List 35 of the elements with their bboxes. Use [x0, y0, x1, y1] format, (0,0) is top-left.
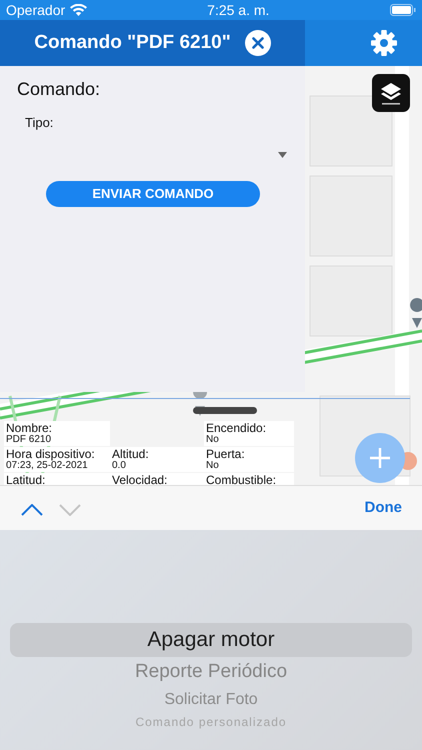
dialog-title: Comando "PDF 6210" [34, 30, 231, 55]
close-button[interactable] [244, 30, 271, 56]
info-value: PDF 6210 [6, 434, 52, 446]
picker-option[interactable]: Solicitar Foto [0, 687, 422, 713]
chevron-up-icon [21, 504, 43, 516]
close-icon [252, 37, 264, 49]
info-label: Puerta: [206, 448, 246, 461]
field-label: Tipo: [25, 114, 54, 132]
info-value: No [206, 434, 220, 446]
info-label: Latitud: [6, 474, 46, 485]
picker-option[interactable]: Apagar motor [10, 623, 412, 657]
chevron-down-icon [59, 504, 81, 516]
info-label: Encendido: [206, 422, 268, 435]
info-value: 0.0 [112, 460, 127, 472]
settings-icon[interactable] [370, 30, 396, 56]
caret-icon [278, 152, 287, 158]
info-label: Combustible: [206, 474, 278, 485]
picker-option[interactable]: Reporte Periódico [0, 657, 422, 687]
info-label: Velocidad: [112, 474, 168, 485]
info-label: Nombre: [6, 422, 54, 435]
wifi-icon [70, 4, 88, 16]
info-label: Altitud: [112, 448, 150, 461]
info-label: Hora dispositivo: [6, 448, 96, 461]
carrier-name: Operador [6, 0, 66, 20]
layers-icon [379, 80, 403, 106]
drag-handle[interactable] [193, 407, 257, 414]
status-time: 7:25 a. m. [207, 0, 270, 20]
plus-icon [369, 447, 391, 469]
info-value: No [206, 460, 220, 472]
battery-icon [390, 4, 416, 16]
info-value: 07:23, 25-02-2021 [6, 460, 88, 472]
send-button[interactable]: ENVIAR COMANDO [46, 180, 260, 206]
layers-button[interactable] [372, 74, 410, 112]
done-button[interactable]: Done [364, 496, 402, 520]
panel-heading: Comando: [17, 78, 102, 101]
